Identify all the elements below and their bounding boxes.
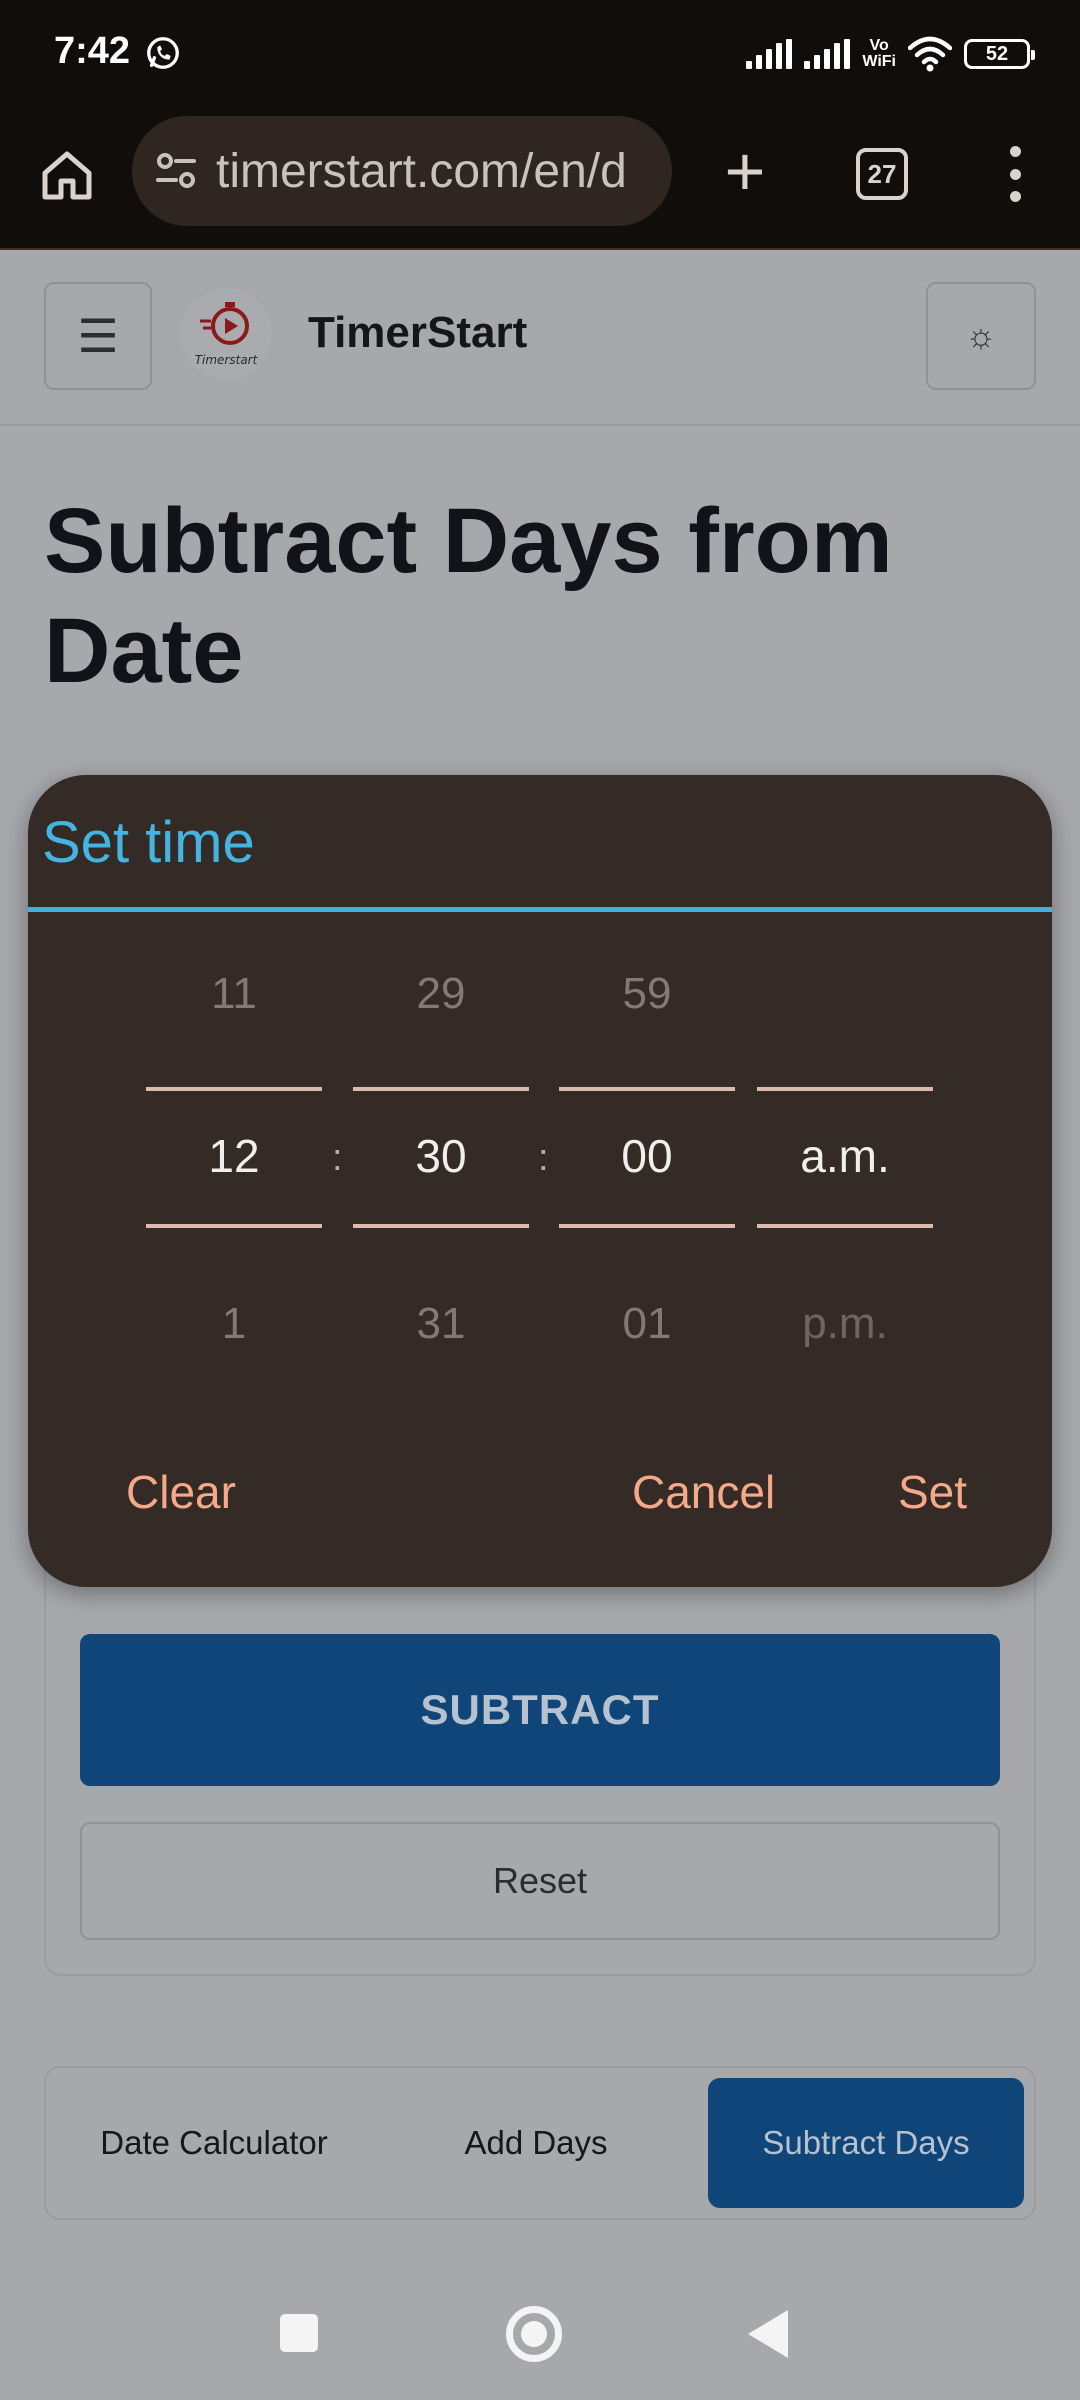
reset-button[interactable]: Reset [80, 1822, 1000, 1940]
signal-icon-2 [804, 39, 851, 69]
second-prev[interactable]: 59 [559, 969, 735, 1019]
status-bar: 7:42 Vo WiFi 52 [0, 0, 1080, 116]
system-nav-bar [0, 2270, 1080, 2400]
hour-prev[interactable]: 11 [146, 969, 322, 1019]
set-button[interactable]: Set [898, 1465, 967, 1519]
selection-line-bottom [146, 1224, 322, 1228]
site-name[interactable]: TimerStart [308, 308, 527, 358]
subtract-button[interactable]: SUBTRACT [80, 1634, 1000, 1786]
home-button[interactable] [36, 144, 98, 206]
home-icon [42, 151, 92, 200]
status-icons: Vo WiFi 52 [746, 34, 1035, 74]
home-nav-button[interactable] [506, 2306, 562, 2362]
battery-indicator: 52 [964, 39, 1035, 69]
selection-line-top [757, 1087, 933, 1091]
svg-text:Timerstart: Timerstart [195, 353, 259, 367]
minute-prev[interactable]: 29 [353, 969, 529, 1019]
cancel-button[interactable]: Cancel [632, 1465, 775, 1519]
selection-line-bottom [757, 1224, 933, 1228]
second-current[interactable]: 00 [559, 1129, 735, 1183]
wifi-icon [908, 36, 952, 72]
selection-line-top [146, 1087, 322, 1091]
tab-add-days[interactable]: Add Days [376, 2078, 696, 2208]
signal-icon [746, 39, 793, 69]
selection-line-bottom [353, 1224, 529, 1228]
clear-button[interactable]: Clear [126, 1465, 236, 1519]
hour-next[interactable]: 1 [146, 1299, 322, 1349]
hour-current[interactable]: 12 [146, 1129, 322, 1183]
status-time: 7:42 [54, 30, 131, 72]
site-header: ☰ Timerstart TimerStart ☼ [0, 250, 1080, 426]
time-separator: : [538, 1137, 549, 1179]
minute-current[interactable]: 30 [353, 1129, 529, 1183]
tab-switcher-button[interactable]: 27 [856, 148, 908, 200]
back-button[interactable] [748, 2310, 788, 2358]
time-separator: : [332, 1137, 343, 1179]
period-current[interactable]: a.m. [757, 1129, 933, 1183]
period-next[interactable]: p.m. [757, 1299, 933, 1349]
tab-subtract-days[interactable]: Subtract Days [708, 2078, 1024, 2208]
minute-next[interactable]: 31 [353, 1299, 529, 1349]
menu-button[interactable]: ☰ [44, 282, 152, 390]
browser-toolbar: timerstart.com/en/d + 27 [0, 116, 1080, 250]
set-time-dialog: Set time 11 12 1 : 29 30 31 : 59 00 01 a… [28, 775, 1052, 1587]
more-options-icon[interactable] [1000, 142, 1030, 206]
new-tab-button[interactable]: + [710, 136, 780, 208]
selection-line-top [353, 1087, 529, 1091]
calculator-nav-tabs: Date Calculator Add Days Subtract Days [44, 2066, 1036, 2220]
theme-toggle-button[interactable]: ☼ [926, 282, 1036, 390]
minute-picker[interactable]: 29 30 31 [353, 775, 529, 1587]
whatsapp-icon [147, 37, 179, 69]
url-bar[interactable]: timerstart.com/en/d [132, 116, 672, 226]
selection-line-top [559, 1087, 735, 1091]
tab-date-calculator[interactable]: Date Calculator [54, 2078, 374, 2208]
vowifi-indicator: Vo WiFi [862, 37, 896, 70]
page-title: Subtract Days from Date [44, 490, 893, 702]
second-next[interactable]: 01 [559, 1299, 735, 1349]
recents-button[interactable] [280, 2314, 318, 2352]
url-text: timerstart.com/en/d [216, 144, 627, 198]
selection-line-bottom [559, 1224, 735, 1228]
site-settings-icon[interactable] [154, 149, 198, 193]
site-logo: Timerstart [180, 288, 272, 380]
